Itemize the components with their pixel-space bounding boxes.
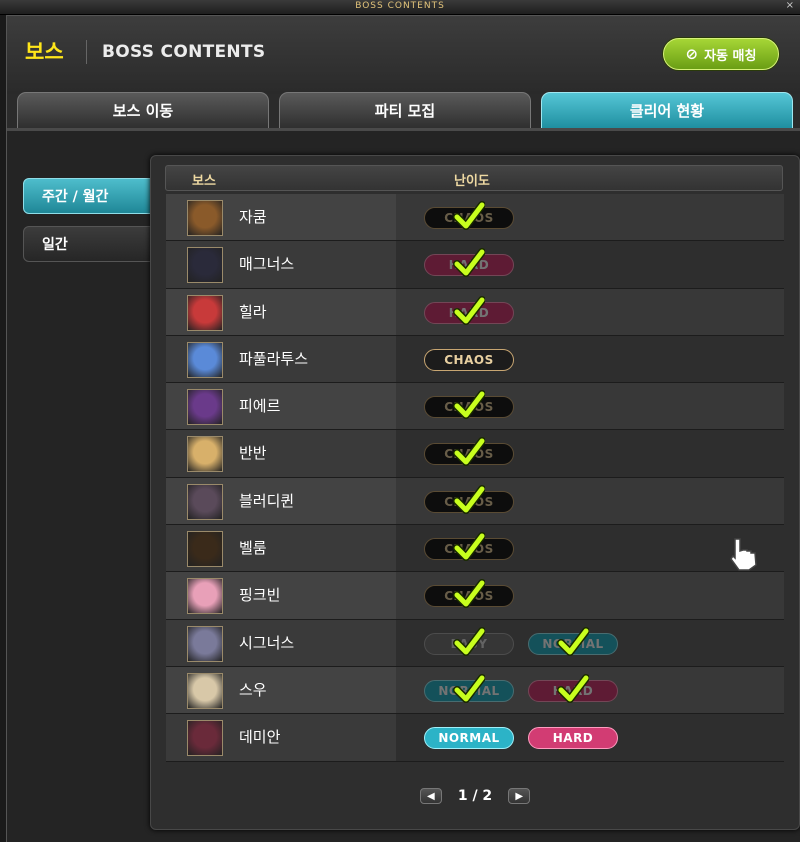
boss-name: 자쿰 [239,208,267,226]
check-icon [453,201,485,230]
boss-portrait [187,200,223,236]
boss-portrait [187,578,223,615]
hand-cursor-icon [730,538,757,571]
boss-portrait [187,531,223,568]
table-row: 핑크빈 CHAOS [166,572,784,620]
window-title: BOSS CONTENTS [355,1,445,11]
boss-name: 데미안 [239,728,281,747]
check-icon [453,295,485,325]
table-row: 매그너스 HARD [166,241,784,289]
page-indicator: 1 / 2 [457,788,493,804]
pagination: ◀ 1 / 2 ▶ [151,786,799,806]
tab-label: 보스 이동 [112,102,174,120]
difficulty-badge: HARD [528,727,618,750]
boss-table: 자쿰 CHAOS 매그너스 HARD 힐라 HARD 파풀라투스 CHAOS 피에르 CHAOS 반… [166,194,784,762]
link-icon: ⊘ [685,45,699,63]
check-icon [453,626,485,656]
window-header: 보스 BOSS CONTENTS ⊘ 자동 매칭 [7,16,800,94]
boss-portrait [187,625,223,662]
check-icon [557,626,589,656]
table-row: 피에르 CHAOS [166,383,784,431]
table-row: 파풀라투스 CHAOS [166,335,784,384]
tab-clear-status[interactable]: 클리어 현황 [541,92,793,128]
boss-portrait [187,483,223,520]
page-subtitle: BOSS CONTENTS [102,42,266,62]
table-row: 블러디퀸 CHAOS [166,477,784,526]
boss-portrait [187,720,223,757]
column-header-boss: 보스 [192,174,216,189]
tab-party-recruit[interactable]: 파티 모집 [279,92,531,128]
clear-status-panel: 보스 난이도 자쿰 CHAOS 매그너스 HARD 힐라 HARD 파풀라투스 CHAOS 피에… [150,155,800,830]
column-header-difficulty: 난이도 [454,174,490,189]
boss-portrait [187,294,223,331]
check-icon [453,673,485,703]
check-icon [453,532,485,562]
sidebar-item-daily[interactable]: 일간 [23,226,155,262]
boss-name: 반반 [239,444,267,463]
boss-name: 피에르 [239,397,281,416]
check-icon [453,437,485,467]
boss-portrait [187,389,223,426]
window-titlebar[interactable]: BOSS CONTENTS × [0,0,800,15]
boss-name: 파풀라투스 [239,349,309,368]
auto-match-label: 자동 매칭 [704,48,757,64]
boss-name: 벨룸 [239,539,267,558]
tab-label: 클리어 현황 [629,102,705,120]
boss-name: 블러디퀸 [239,491,295,510]
boss-name: 시그너스 [239,633,295,652]
table-row: 반반 CHAOS [166,430,784,478]
sidebar-item-weekly-monthly[interactable]: 주간 / 월간 [23,178,155,214]
header-divider [86,40,87,64]
check-icon [557,673,589,703]
table-row: 데미안 NORMAL HARD [166,714,784,762]
check-icon [453,390,485,420]
auto-match-button[interactable]: ⊘ 자동 매칭 [663,38,779,70]
boss-portrait [187,436,223,473]
table-row: 벨룸 CHAOS [166,525,784,573]
boss-portrait [187,672,223,709]
check-icon [453,484,485,514]
tab-label: 파티 모집 [374,102,436,120]
tab-boss-move[interactable]: 보스 이동 [17,92,269,128]
table-row: 자쿰 CHAOS [166,194,784,242]
table-header: 보스 난이도 [165,165,783,191]
chevron-left-icon[interactable]: ◀ [419,788,442,804]
difficulty-badge: NORMAL [424,727,514,750]
boss-portrait [187,247,223,284]
check-icon [453,248,485,278]
difficulty-badge: CHAOS [424,348,514,371]
boss-name: 힐라 [239,302,267,321]
close-icon[interactable]: × [786,0,794,12]
boss-window: 보스 BOSS CONTENTS ⊘ 자동 매칭 보스 이동 파티 모집 클리어… [6,15,800,842]
check-icon [453,579,485,609]
table-row: 스우 NORMAL HARD [166,666,784,715]
boss-portrait [187,341,223,378]
boss-name: 매그너스 [239,255,295,274]
boss-name: 핑크빈 [239,586,281,605]
boss-name: 스우 [239,680,267,699]
table-row: 힐라 HARD [166,288,784,336]
chevron-right-icon[interactable]: ▶ [508,788,531,804]
tab-bar: 보스 이동 파티 모집 클리어 현황 [17,92,797,128]
page-title: 보스 [25,40,64,64]
table-row: 시그너스 EASY NORMAL [166,619,784,667]
